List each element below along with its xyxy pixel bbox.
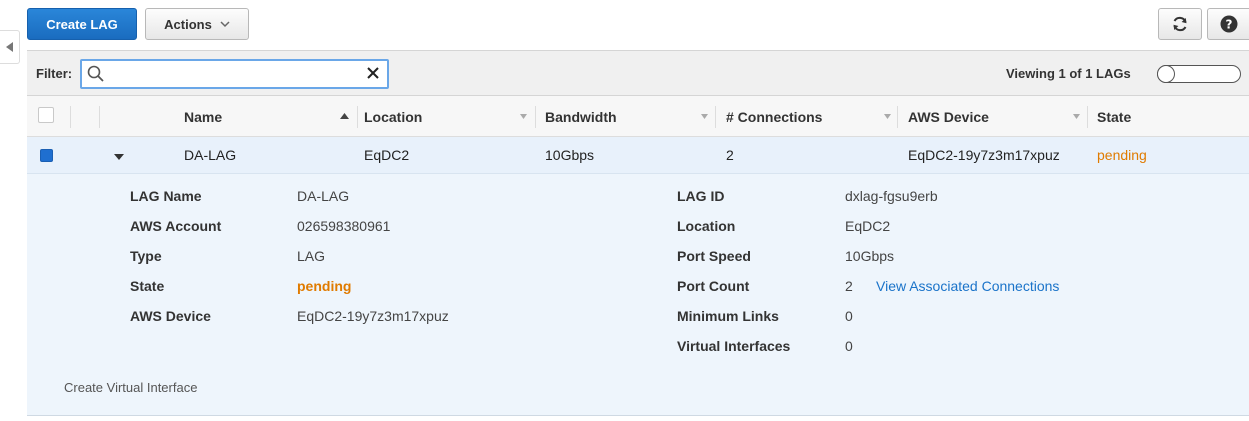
column-divider [897, 106, 898, 128]
detail-label: LAG Name [130, 188, 202, 204]
filter-label: Filter: [36, 66, 73, 81]
search-icon [87, 65, 104, 82]
column-header-label: Name [184, 108, 223, 125]
close-icon[interactable] [366, 66, 380, 80]
column-divider [715, 106, 716, 128]
select-all-checkbox[interactable] [38, 107, 54, 123]
detail-label: Port Speed [677, 248, 751, 264]
column-header-label: # Connections [726, 108, 823, 125]
detail-label: Port Count [677, 278, 750, 294]
sort-icon[interactable] [520, 114, 527, 119]
sort-icon[interactable] [701, 114, 708, 119]
column-header-location[interactable]: Location [364, 96, 422, 137]
detail-value: 0 [845, 308, 853, 324]
view-associated-connections-link[interactable]: View Associated Connections [876, 278, 1059, 294]
refresh-icon [1173, 16, 1187, 32]
detail-value: 026598380961 [297, 218, 391, 234]
column-header-label: Bandwidth [545, 108, 617, 125]
row-checkbox[interactable] [40, 149, 53, 162]
cell-location: EqDC2 [364, 147, 410, 163]
table-header: Name Location Bandwidth # Connections AW… [27, 96, 1249, 137]
refresh-button[interactable] [1158, 8, 1202, 40]
detail-value: 10Gbps [845, 248, 895, 264]
cell-bandwidth: 10Gbps [545, 147, 595, 163]
column-divider [70, 106, 71, 128]
column-header-label: State [1097, 108, 1132, 125]
column-header-state[interactable]: State [1097, 96, 1131, 137]
create-virtual-interface-link[interactable]: Create Virtual Interface [64, 380, 197, 395]
detail-label: Minimum Links [677, 308, 779, 324]
column-divider [357, 106, 358, 128]
cell-connections: 2 [726, 147, 734, 163]
detail-value-state: pending [297, 278, 352, 294]
detail-value: 0 [845, 338, 853, 354]
toggle-knob [1157, 65, 1175, 83]
detail-label: AWS Device [130, 308, 211, 324]
column-header-connections[interactable]: # Connections [726, 96, 822, 137]
detail-label: LAG ID [677, 188, 725, 204]
chevron-down-icon [220, 20, 230, 28]
filter-input[interactable] [108, 63, 358, 85]
detail-value: EqDC2-19y7z3m17xpuz [297, 308, 449, 324]
toolbar: Create LAG Actions ? [27, 7, 1249, 41]
column-header-aws-device[interactable]: AWS Device [908, 96, 989, 137]
help-button[interactable]: ? [1207, 8, 1249, 40]
column-divider [1087, 106, 1088, 128]
column-header-name[interactable]: Name [184, 96, 222, 137]
viewing-count: Viewing 1 of 1 LAGs [1006, 66, 1131, 81]
column-header-label: Location [364, 108, 423, 125]
collapse-sidebar-tab[interactable] [0, 30, 20, 64]
detail-value: dxlag-fgsu9erb [845, 188, 938, 204]
svg-text:?: ? [1225, 18, 1232, 32]
detail-value: 2 [845, 278, 853, 294]
details-toggle[interactable] [1157, 65, 1241, 83]
sort-ascending-icon[interactable] [340, 113, 349, 119]
table-row[interactable]: DA-LAG EqDC2 10Gbps 2 EqDC2-19y7z3m17xpu… [27, 137, 1249, 174]
column-header-label: AWS Device [908, 108, 989, 125]
filter-bar: Filter: Viewing 1 of 1 LAGs [27, 50, 1249, 96]
cell-state: pending [1097, 147, 1147, 163]
detail-label: Virtual Interfaces [677, 338, 791, 354]
chevron-down-icon[interactable] [113, 153, 125, 161]
detail-value: LAG [297, 248, 326, 264]
detail-label: State [130, 278, 165, 294]
detail-panel: LAG Name DA-LAG AWS Account 026598380961… [27, 174, 1249, 416]
sort-icon[interactable] [1073, 114, 1080, 119]
create-lag-button[interactable]: Create LAG [27, 8, 137, 40]
detail-label: Type [130, 248, 162, 264]
column-header-bandwidth[interactable]: Bandwidth [545, 96, 617, 137]
sort-icon[interactable] [884, 114, 891, 119]
help-icon: ? [1220, 15, 1237, 33]
actions-label: Actions [164, 16, 212, 32]
filter-box [80, 59, 389, 89]
cell-name: DA-LAG [184, 147, 237, 163]
column-divider [535, 106, 536, 128]
chevron-left-icon [5, 42, 13, 52]
detail-value: DA-LAG [297, 188, 350, 204]
detail-label: AWS Account [130, 218, 222, 234]
detail-value: EqDC2 [845, 218, 891, 234]
actions-button[interactable]: Actions [145, 8, 249, 40]
cell-aws-device: EqDC2-19y7z3m17xpuz [908, 147, 1060, 163]
detail-label: Location [677, 218, 736, 234]
column-divider [99, 106, 100, 128]
